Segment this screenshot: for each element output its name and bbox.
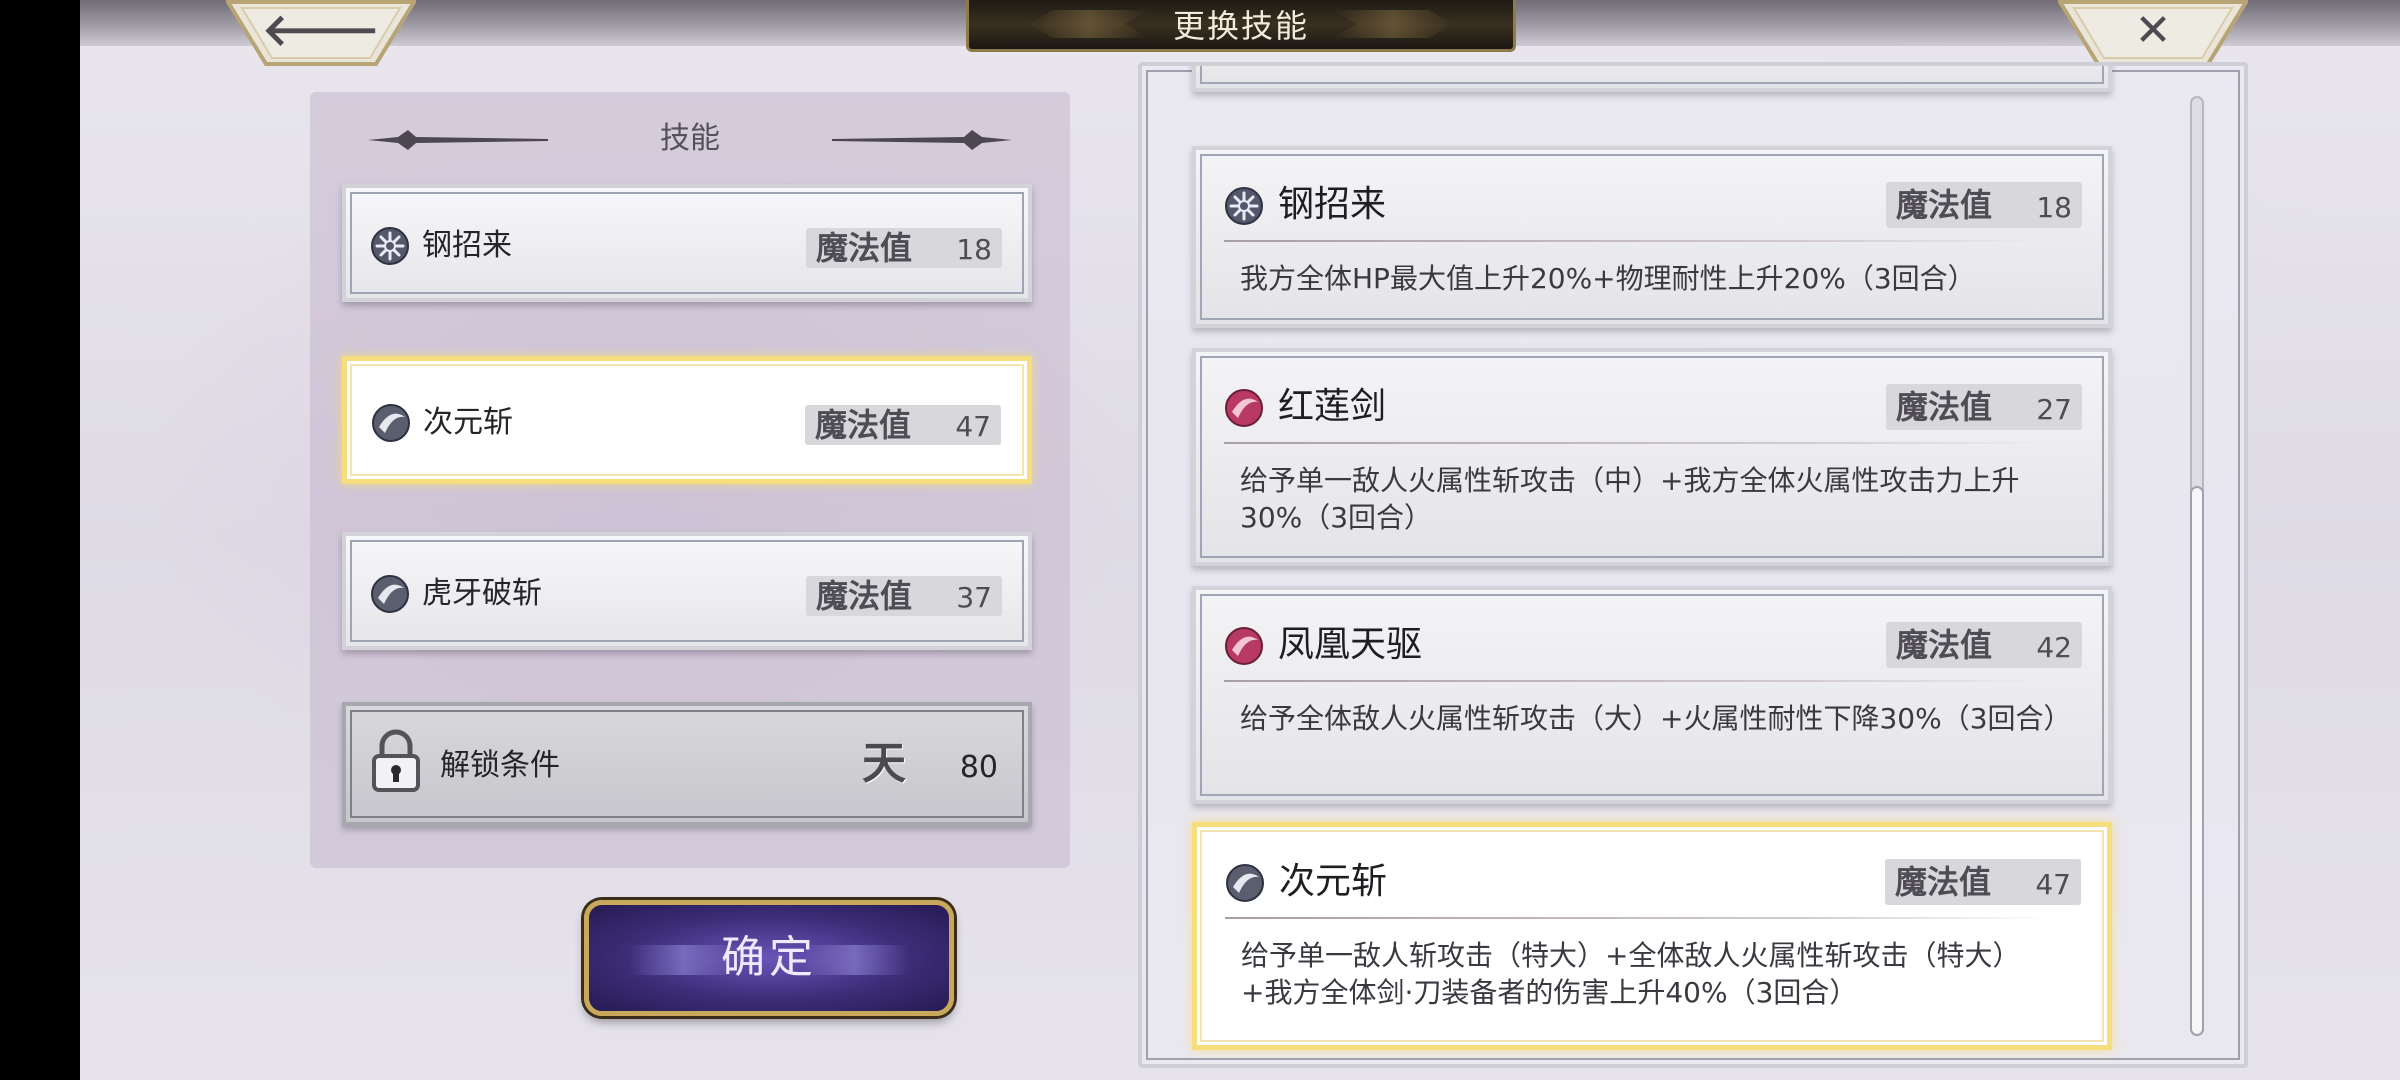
confirm-label: 确定 bbox=[721, 932, 817, 983]
skill-card-selected[interactable]: 次元斩 魔法值 47 给予单一敌人斩攻击（特大）+全体敌人火属性斩攻击（特大）+… bbox=[1192, 822, 2112, 1050]
skill-change-screen: 🡐 更换技能 ✕ 技能 钢招来 魔法值 18 次元斩 魔法值 47 虎牙破斩 魔… bbox=[80, 0, 2400, 1080]
skill-name: 钢招来 bbox=[1278, 184, 1387, 225]
void-slash-icon bbox=[1226, 864, 1264, 902]
mp-cost: 魔法值 37 bbox=[806, 576, 1002, 616]
mp-cost: 魔法值 18 bbox=[1886, 182, 2082, 228]
confirm-button[interactable]: 确定 bbox=[584, 900, 954, 1016]
back-button[interactable]: 🡐 bbox=[226, 0, 416, 66]
steel-burst-icon bbox=[1225, 187, 1263, 225]
mp-value: 47 bbox=[955, 410, 991, 443]
equipped-skill-slot-selected[interactable]: 次元斩 魔法值 47 bbox=[342, 356, 1032, 484]
skill-name: 虎牙破斩 bbox=[422, 576, 542, 611]
skill-description: 给予单一敌人斩攻击（特大）+全体敌人火属性斩攻击（特大）+我方全体剑·刀装备者的… bbox=[1241, 939, 2021, 1009]
steel-burst-icon bbox=[371, 227, 409, 265]
mp-value: 18 bbox=[2036, 191, 2072, 224]
skill-list-panel[interactable]: 钢招来 魔法值 18 我方全体HP最大值上升20%+物理耐性上升20%（3回合）… bbox=[1138, 62, 2248, 1068]
mp-label: 魔法值 bbox=[815, 406, 912, 444]
void-slash-icon bbox=[372, 404, 410, 442]
fire-slash-icon bbox=[1225, 389, 1263, 427]
close-icon: ✕ bbox=[2134, 5, 2172, 56]
mp-cost: 魔法值 47 bbox=[805, 405, 1001, 445]
mp-value: 37 bbox=[956, 581, 992, 614]
fire-slash-icon bbox=[1225, 627, 1263, 665]
equipped-skill-slot[interactable]: 钢招来 魔法值 18 bbox=[342, 184, 1032, 302]
skill-card-partial[interactable] bbox=[1192, 66, 2112, 92]
mp-label: 魔法值 bbox=[816, 577, 913, 615]
mp-cost: 魔法值 42 bbox=[1886, 622, 2082, 668]
skill-name: 次元斩 bbox=[1279, 861, 1388, 902]
unlock-condition-label: 解锁条件 bbox=[440, 748, 560, 783]
locked-skill-slot[interactable]: 解锁条件 天 80 bbox=[342, 702, 1032, 826]
mp-label: 魔法值 bbox=[1896, 186, 1993, 224]
mp-label: 魔法值 bbox=[1895, 863, 1992, 901]
close-button[interactable]: ✕ bbox=[2058, 0, 2248, 66]
panel-header: 技能 bbox=[310, 114, 1070, 164]
skill-card[interactable]: 钢招来 魔法值 18 我方全体HP最大值上升20%+物理耐性上升20%（3回合） bbox=[1192, 146, 2112, 328]
equipped-skills-panel: 技能 钢招来 魔法值 18 次元斩 魔法值 47 虎牙破斩 魔法值 37 解锁条… bbox=[310, 92, 1070, 868]
skill-name: 次元斩 bbox=[423, 405, 513, 440]
mp-label: 魔法值 bbox=[816, 229, 913, 267]
mp-label: 魔法值 bbox=[1896, 388, 1993, 426]
mp-cost: 魔法值 47 bbox=[1885, 859, 2081, 905]
divider bbox=[1224, 240, 2052, 242]
mp-cost: 魔法值 27 bbox=[1886, 384, 2082, 430]
back-arrow-icon: 🡐 bbox=[262, 5, 380, 56]
skill-description: 我方全体HP最大值上升20%+物理耐性上升20%（3回合） bbox=[1240, 262, 1976, 295]
divider bbox=[1224, 680, 2052, 682]
lock-icon bbox=[372, 729, 420, 792]
mp-cost: 魔法值 18 bbox=[806, 228, 1002, 268]
scrollbar-thumb[interactable] bbox=[2190, 486, 2204, 1036]
skill-description: 给予全体敌人火属性斩攻击（大）+火属性耐性下降30%（3回合） bbox=[1240, 702, 2072, 735]
skill-card[interactable]: 红莲剑 魔法值 27 给予单一敌人火属性斩攻击（中）+我方全体火属性攻击力上升3… bbox=[1192, 348, 2112, 566]
rank-glyph: 天 bbox=[862, 738, 906, 789]
mp-value: 42 bbox=[2036, 631, 2072, 664]
page-title: 更换技能 bbox=[1172, 7, 1309, 45]
divider bbox=[1224, 442, 2052, 444]
equipped-skill-slot[interactable]: 虎牙破斩 魔法值 37 bbox=[342, 532, 1032, 650]
mp-label: 魔法值 bbox=[1896, 626, 1993, 664]
skill-description: 给予单一敌人火属性斩攻击（中）+我方全体火属性攻击力上升30%（3回合） bbox=[1240, 464, 2020, 534]
void-slash-icon bbox=[371, 575, 409, 613]
unlock-value: 80 bbox=[959, 750, 998, 785]
skill-name: 钢招来 bbox=[422, 228, 512, 263]
skill-name: 红莲剑 bbox=[1278, 386, 1387, 427]
skill-card[interactable]: 凤凰天驱 魔法值 42 给予全体敌人火属性斩攻击（大）+火属性耐性下降30%（3… bbox=[1192, 586, 2112, 804]
skill-name: 凤凰天驱 bbox=[1278, 624, 1423, 665]
mp-value: 47 bbox=[2035, 868, 2071, 901]
ornament-right-icon bbox=[832, 130, 1012, 150]
divider bbox=[1225, 917, 2051, 919]
title-plate: 更换技能 bbox=[966, 0, 1516, 52]
mp-value: 27 bbox=[2036, 393, 2072, 426]
mp-value: 18 bbox=[956, 233, 992, 266]
